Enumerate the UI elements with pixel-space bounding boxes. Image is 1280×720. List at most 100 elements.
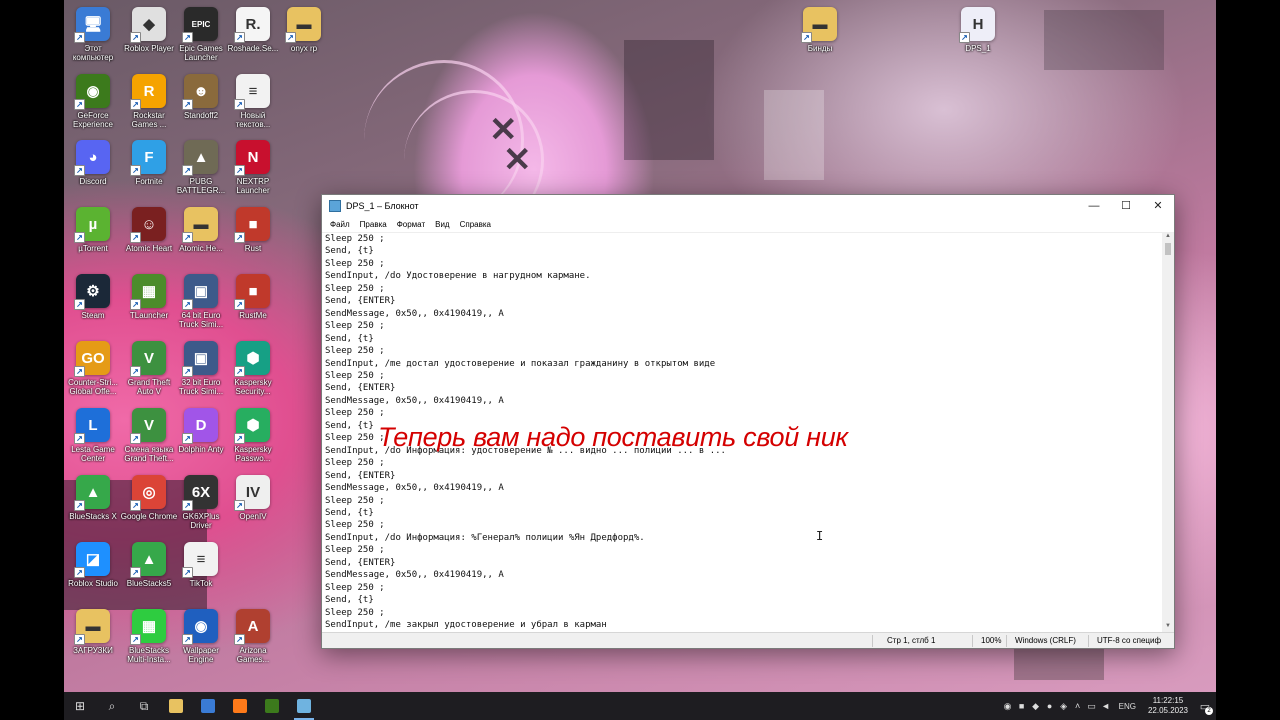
volume-icon[interactable]: ◄ xyxy=(1099,701,1113,711)
desktop-icon[interactable]: µ ↗ µTorrent xyxy=(64,207,122,253)
taskbar-notepad-button[interactable] xyxy=(288,692,320,720)
desktop-icon[interactable]: ⬢ ↗ Kaspersky Security... xyxy=(224,341,282,396)
tray-app-icon[interactable]: ◆ xyxy=(1029,701,1043,712)
menu-format[interactable]: Формат xyxy=(392,220,430,229)
desktop-icon[interactable]: ▬ ↗ Atomic.He... xyxy=(172,207,230,253)
desktop-icon-label: Roshade.Se... xyxy=(227,44,279,53)
desktop-icon[interactable]: ▬ ↗ onyx rp xyxy=(275,7,333,53)
desktop-icon-label: TikTok xyxy=(189,579,213,588)
tray-nvidia-icon[interactable]: ■ xyxy=(1015,701,1029,711)
menu-help[interactable]: Справка xyxy=(455,220,496,229)
tray-app-icon[interactable]: ◉ xyxy=(1001,701,1015,712)
tray-app-icon[interactable]: ● xyxy=(1043,701,1057,711)
desktop-icon[interactable]: ≡ ↗ Новый текстов... xyxy=(224,74,282,129)
app-icon: A ↗ xyxy=(234,609,270,645)
menu-edit[interactable]: Правка xyxy=(355,220,392,229)
encoding: UTF-8 со специф xyxy=(1097,636,1162,645)
text-line: Sleep 250 ; xyxy=(325,258,385,269)
app-icon: ◕ ↗ xyxy=(74,140,110,176)
task-view-button[interactable]: ⧉ xyxy=(128,692,160,720)
clock[interactable]: 11:22:15 22.05.2023 xyxy=(1148,696,1188,716)
desktop-icon[interactable]: ▣ ↗ 32 bit Euro Truck Simi... xyxy=(172,341,230,396)
start-button[interactable]: ⊞ xyxy=(64,692,96,720)
taskbar-store-button[interactable] xyxy=(192,692,224,720)
desktop-icon[interactable]: ▲ ↗ BlueStacks5 xyxy=(120,542,178,588)
desktop-icon[interactable]: ⬢ ↗ Kaspersky Passwo... xyxy=(224,408,282,463)
desktop-icon[interactable]: D ↗ Dolphin Anty xyxy=(172,408,230,454)
menu-view[interactable]: Вид xyxy=(430,220,454,229)
desktop-icon[interactable]: ▬ ↗ ЗАГРУЗКИ xyxy=(64,609,122,655)
desktop-icon[interactable]: ▦ ↗ TLauncher xyxy=(120,274,178,320)
app-glyph: ◎ xyxy=(142,484,156,501)
desktop-icon[interactable]: ■ ↗ RustMe xyxy=(224,274,282,320)
minimize-button[interactable]: — xyxy=(1078,195,1110,216)
shortcut-arrow-icon: ↗ xyxy=(74,567,85,578)
chevron-up-icon[interactable]: ˄ xyxy=(1071,701,1085,711)
desktop-icon[interactable]: A ↗ Arizona Games... xyxy=(224,609,282,664)
desktop-icon[interactable]: R. ↗ Roshade.Se... xyxy=(224,7,282,53)
desktop-icon[interactable]: N ↗ NEXTRP Launcher xyxy=(224,140,282,195)
desktop-icon[interactable]: ◉ ↗ GeForce Experience xyxy=(64,74,122,129)
desktop-icon[interactable]: ◆ ↗ Roblox Player xyxy=(120,7,178,53)
desktop-icon[interactable]: 6X ↗ GK6XPlus Driver xyxy=(172,475,230,530)
desktop-icon[interactable]: ■ ↗ Rust xyxy=(224,207,282,253)
desktop-icon[interactable]: H ↗ DPS_1 xyxy=(949,7,1007,53)
maximize-button[interactable]: ☐ xyxy=(1110,195,1142,216)
desktop-icon[interactable]: ▲ ↗ BlueStacks X xyxy=(64,475,122,521)
text-line: Sleep 250 ; xyxy=(325,458,385,469)
app-glyph: ▬ xyxy=(85,617,101,635)
desktop-icon-label: Arizona Games... xyxy=(236,646,270,664)
desktop-icon[interactable]: ▦ ↗ BlueStacks Multi-Insta... xyxy=(120,609,178,664)
notification-center-button[interactable]: ▭ 2 xyxy=(1194,692,1216,720)
close-button[interactable]: ✕ xyxy=(1142,195,1174,216)
desktop-icon[interactable]: ◪ ↗ Roblox Studio xyxy=(64,542,122,588)
desktop-icon-label: Discord xyxy=(79,177,107,186)
desktop-icon[interactable]: ◎ ↗ Google Chrome xyxy=(120,475,178,521)
shortcut-arrow-icon: ↗ xyxy=(234,32,245,43)
store-icon xyxy=(201,699,215,713)
desktop-icon[interactable]: ◕ ↗ Discord xyxy=(64,140,122,186)
app-glyph: ◆ xyxy=(143,16,155,33)
desktop-icon[interactable]: 🖥 ↗ Этот компьютер xyxy=(64,7,122,62)
scroll-down-icon[interactable]: ▼ xyxy=(1162,623,1174,632)
desktop-icon[interactable]: ▬ ↗ Бинды xyxy=(791,7,849,53)
vertical-scrollbar[interactable]: ▲ ▼ xyxy=(1162,233,1174,632)
taskbar-nvidia-button[interactable] xyxy=(256,692,288,720)
desktop-icon[interactable]: GO ↗ Counter-Stri... Global Offe... xyxy=(64,341,122,396)
language-indicator[interactable]: ENG xyxy=(1119,702,1136,711)
desktop-icon[interactable]: EPIC ↗ Epic Games Launcher xyxy=(172,7,230,62)
tray-app-icon[interactable]: ◈ xyxy=(1057,701,1071,712)
desktop-icon[interactable]: IV ↗ OpenIV xyxy=(224,475,282,521)
search-button[interactable]: ⌕ xyxy=(96,692,128,720)
app-icon: 🖥 ↗ xyxy=(74,7,110,43)
app-glyph: ⬢ xyxy=(246,417,260,434)
desktop-icon[interactable]: ⚙ ↗ Steam xyxy=(64,274,122,320)
desktop-icon[interactable]: ▲ ↗ PUBG BATTLEGR... xyxy=(172,140,230,195)
shortcut-arrow-icon: ↗ xyxy=(182,634,193,645)
scrollbar-thumb[interactable] xyxy=(1165,243,1171,255)
desktop-icon-label: Roblox Studio xyxy=(68,579,118,588)
app-glyph: ▬ xyxy=(193,215,209,233)
desktop-icon[interactable]: F ↗ Fortnite xyxy=(120,140,178,186)
taskbar-firefox-button[interactable] xyxy=(224,692,256,720)
desktop-icon-label: onyx rp xyxy=(290,44,318,53)
app-icon: ▬ ↗ xyxy=(285,7,321,43)
desktop-icon[interactable]: R ↗ Rockstar Games ... xyxy=(120,74,178,129)
desktop-icon-label: ЗАГРУЗКИ xyxy=(73,646,113,655)
desktop-icon[interactable]: V ↗ Смена языка Grand Theft... xyxy=(120,408,178,463)
desktop-icon[interactable]: ▣ ↗ 64 bit Euro Truck Simi... xyxy=(172,274,230,329)
clock-time: 11:22:15 xyxy=(1152,696,1184,705)
desktop-icon[interactable]: V ↗ Grand Theft Auto V xyxy=(120,341,178,396)
desktop-icon[interactable]: L ↗ Lesta Game Center xyxy=(64,408,122,463)
desktop-icon[interactable]: ◉ ↗ Wallpaper Engine xyxy=(172,609,230,664)
desktop-icon[interactable]: ☺ ↗ Atomic Heart xyxy=(120,207,178,253)
desktop-icon[interactable]: ☻ ↗ Standoff2 xyxy=(172,74,230,120)
menu-file[interactable]: Файл xyxy=(325,220,355,229)
taskbar-explorer-button[interactable] xyxy=(160,692,192,720)
scroll-up-icon[interactable]: ▲ xyxy=(1162,233,1174,242)
desktop-icon[interactable]: ≡ ↗ TikTok xyxy=(172,542,230,588)
network-icon[interactable]: ▭ xyxy=(1085,701,1099,712)
app-glyph: ◉ xyxy=(86,83,100,100)
text-line: SendInput, /do Удостоверение в нагрудном… xyxy=(325,271,591,282)
title-bar[interactable]: DPS_1 – Блокнот — ☐ ✕ xyxy=(322,195,1174,216)
